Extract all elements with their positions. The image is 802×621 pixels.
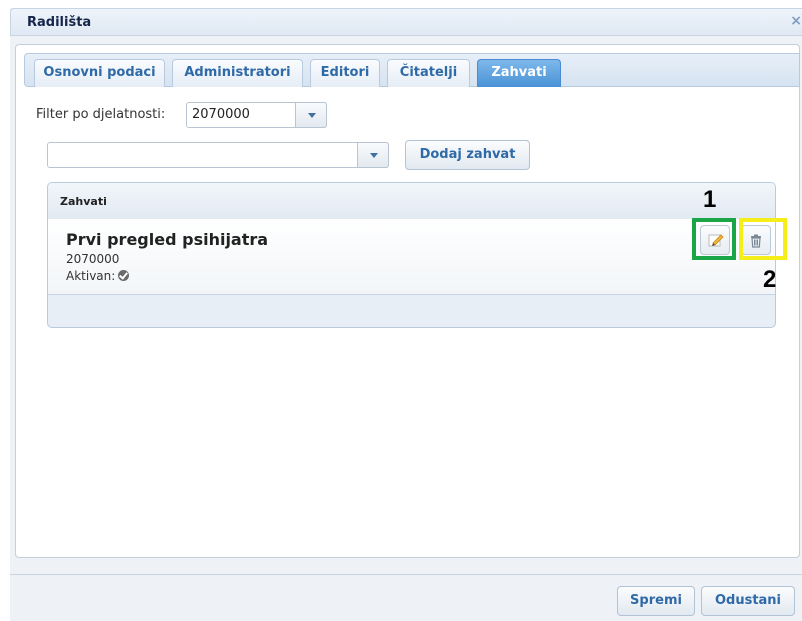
chevron-down-icon[interactable] (295, 102, 327, 128)
filter-djelatnost-combo[interactable]: 2070000 (186, 102, 327, 128)
tab-editori[interactable]: Editori (310, 59, 380, 87)
edit-highlight-box (692, 218, 736, 260)
annotation-number-2: 2 (763, 266, 777, 293)
delete-highlight-box (739, 218, 787, 260)
zahvati-panel-header: Zahvati (48, 183, 775, 220)
active-label: Aktivan: (66, 269, 116, 283)
tab-administratori[interactable]: Administratori (172, 59, 303, 87)
filter-label: Filter po djelatnosti: (36, 107, 166, 122)
dialog-titlebar: Radilišta × (10, 8, 802, 36)
zahvat-active-status: Aktivan: (66, 269, 130, 283)
chevron-down-icon[interactable] (357, 142, 389, 168)
tab-osnovni-podaci[interactable]: Osnovni podaci (34, 59, 165, 87)
tab-zahvati[interactable]: Zahvati (477, 59, 561, 87)
tab-citatelji[interactable]: Čitatelji (387, 59, 470, 87)
footer-divider (10, 574, 802, 575)
cancel-button[interactable]: Odustani (701, 586, 795, 616)
add-zahvat-button[interactable]: Dodaj zahvat (405, 140, 530, 170)
save-button[interactable]: Spremi (617, 586, 695, 616)
zahvat-select[interactable] (47, 142, 389, 168)
close-icon[interactable]: × (790, 13, 802, 29)
zahvat-code: 2070000 (66, 252, 120, 266)
dialog-title: Radilišta (27, 15, 92, 30)
zahvati-panel: Zahvati Prvi pregled psihijatra 2070000 … (47, 182, 776, 328)
list-item: Prvi pregled psihijatra 2070000 Aktivan: (48, 219, 775, 295)
annotation-number-1: 1 (703, 186, 717, 213)
zahvat-title: Prvi pregled psihijatra (66, 230, 269, 249)
zahvati-panel-title: Zahvati (60, 195, 107, 208)
filter-value: 2070000 (192, 107, 250, 122)
check-circle-icon (118, 270, 130, 281)
tab-strip: Osnovni podaci Administratori Editori Či… (24, 53, 800, 87)
